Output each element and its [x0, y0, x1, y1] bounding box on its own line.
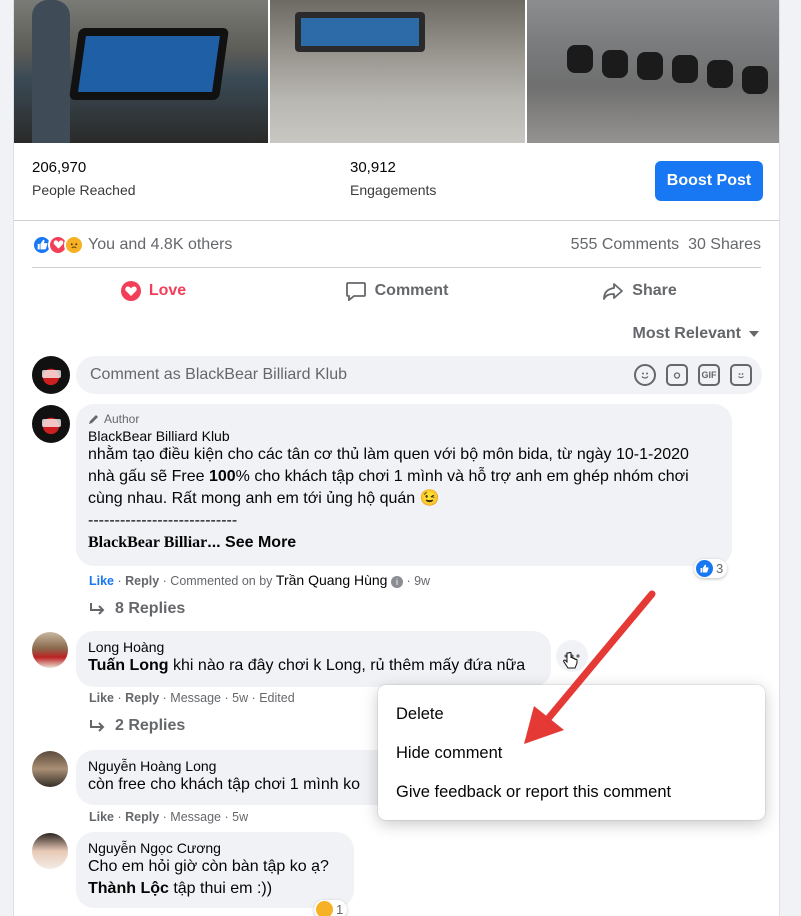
meta-text: · Message · 5w: [162, 810, 249, 824]
comment-divider: ----------------------------: [88, 512, 238, 529]
comment-text: còn free cho khách tập chơi 1 mình ko: [88, 776, 360, 793]
commenter-name[interactable]: Long Hoàng: [88, 639, 539, 655]
comment-bold-preview: BlackBear Billiar: [88, 534, 208, 551]
comment-meta: Like · Reply · Message · 5w: [89, 810, 249, 824]
comment-preview: BlackBear Billiar... See More: [88, 532, 720, 554]
comment-meta: Like · Reply · Message · 5w · Edited: [89, 691, 295, 705]
reaction-count-badge[interactable]: 1: [314, 900, 348, 916]
comment-placeholder: Comment as BlackBear Billiard Klub: [90, 366, 347, 383]
haha-icon: [316, 901, 333, 916]
comment-bubble: Nguyễn Ngọc Cương Cho em hỏi giờ còn bàn…: [76, 832, 354, 908]
comment-text-part: tập thui em :)): [168, 880, 273, 897]
share-button[interactable]: Share: [518, 268, 761, 314]
comment-text: Tuấn Long khi nào ra đây chơi k Long, rủ…: [88, 655, 539, 677]
commenter-name[interactable]: BlackBear Billiard Klub: [88, 428, 720, 444]
reply-arrow-icon: [90, 720, 105, 732]
comment-text-part: khi nào ra đây chơi k Long, rủ thêm mấy …: [168, 657, 526, 674]
commenter-name[interactable]: Nguyễn Hoàng Long: [88, 758, 404, 774]
comment-icon: [345, 282, 366, 301]
comments-count[interactable]: 555 Comments: [571, 236, 680, 253]
engagements-label: Engagements: [350, 182, 437, 198]
engagements-value: 30,912: [350, 159, 396, 176]
see-more-link[interactable]: ... See More: [207, 534, 296, 551]
comment-text: Thành Lộc tập thui em :)): [88, 878, 342, 900]
reply-arrow-icon: [90, 603, 105, 615]
page-avatar[interactable]: [32, 356, 70, 394]
share-label: Share: [632, 282, 677, 299]
pencil-icon: [89, 415, 98, 424]
photo-billiard-table[interactable]: [14, 0, 269, 143]
replies-count: 2 Replies: [115, 717, 186, 734]
comment-bubble: Nguyễn Hoàng Long còn free cho khách tập…: [76, 750, 416, 805]
sort-label: Most Relevant: [632, 325, 741, 342]
gif-icon[interactable]: GIF: [698, 364, 720, 386]
reply-link[interactable]: Reply: [125, 574, 159, 588]
mention-link[interactable]: Thành Lộc: [88, 880, 169, 897]
comment-avatar[interactable]: [32, 632, 68, 668]
comment-bubble: Author BlackBear Billiard Klub nhằm tạo …: [76, 404, 732, 566]
comment-text: nhằm tạo điều kiện cho các tân cơ thủ là…: [88, 444, 720, 510]
comment-time[interactable]: · 9w: [406, 574, 430, 588]
comment-text: Cho em hỏi giờ còn bàn tập ko ạ?: [88, 858, 329, 875]
commenter-name[interactable]: Nguyễn Ngọc Cương: [88, 840, 342, 856]
reaction-icons[interactable]: [32, 234, 84, 255]
reaction-count-badge[interactable]: 3: [694, 559, 728, 578]
comment-avatar[interactable]: [32, 405, 70, 443]
comment-text-bold: 100: [208, 468, 236, 485]
reaction-count: 3: [716, 561, 724, 576]
people-reached-value: 206,970: [32, 159, 87, 176]
post-insights: 206,970 People Reached 30,912 Engagement…: [14, 143, 779, 221]
reactions-summary: You and 4.8K others 555 Comments 30 Shar…: [32, 222, 761, 268]
love-icon: [120, 281, 141, 301]
replies-count: 8 Replies: [115, 600, 186, 617]
comment-avatar[interactable]: [32, 751, 68, 787]
view-replies-button[interactable]: 2 Replies: [89, 717, 185, 735]
meta-text: · Commented on by: [162, 574, 273, 588]
mention-link[interactable]: Tuấn Long: [88, 657, 169, 674]
comment-meta: Like · Reply · Commented on by Trần Quan…: [89, 572, 431, 588]
meta-text: · Message · 5w · Edited: [162, 691, 295, 705]
boost-post-button[interactable]: Boost Post: [655, 161, 763, 201]
sort-comments-dropdown[interactable]: Most Relevant: [633, 325, 759, 343]
share-icon: [603, 283, 624, 300]
post-actions: Love Comment Share: [32, 268, 761, 314]
comment-button[interactable]: Comment: [275, 268, 518, 314]
info-icon[interactable]: i: [390, 576, 403, 588]
menu-item-report[interactable]: Give feedback or report this comment: [378, 773, 765, 812]
comment-label: Comment: [374, 282, 449, 299]
like-link[interactable]: Like: [89, 810, 114, 824]
commented-by-name[interactable]: Trần Quang Hùng: [276, 572, 388, 588]
like-icon: [696, 560, 713, 577]
comment-avatar[interactable]: [32, 833, 68, 869]
love-button[interactable]: Love: [32, 268, 275, 314]
reply-link[interactable]: Reply: [125, 810, 159, 824]
people-reached-label: People Reached: [32, 182, 136, 198]
photo-parking-lot[interactable]: [526, 0, 779, 143]
photo-billiard-hall[interactable]: [270, 0, 525, 143]
like-link[interactable]: Like: [89, 574, 114, 588]
author-badge: Author: [88, 412, 720, 426]
shares-count[interactable]: 30 Shares: [688, 236, 761, 253]
love-label: Love: [148, 282, 187, 299]
author-tag-label: Author: [104, 412, 140, 426]
reply-link[interactable]: Reply: [125, 691, 159, 705]
caret-down-icon: [749, 331, 759, 337]
emoji-icon[interactable]: [634, 364, 656, 386]
sad-icon: [64, 234, 84, 255]
reaction-count: 1: [336, 902, 344, 916]
like-link[interactable]: Like: [89, 691, 114, 705]
sticker-icon[interactable]: [730, 364, 752, 386]
comment-bubble: Long Hoàng Tuấn Long khi nào ra đây chơi…: [76, 631, 551, 687]
post-photos[interactable]: [14, 0, 779, 143]
annotation-arrow-icon: [524, 590, 656, 744]
comments-shares-count[interactable]: 555 Comments 30 Shares: [571, 236, 761, 254]
reactions-text[interactable]: You and 4.8K others: [88, 236, 232, 254]
view-replies-button[interactable]: 8 Replies: [89, 600, 185, 618]
comment-input[interactable]: Comment as BlackBear Billiard Klub GIF: [76, 356, 762, 394]
camera-icon[interactable]: [666, 364, 688, 386]
